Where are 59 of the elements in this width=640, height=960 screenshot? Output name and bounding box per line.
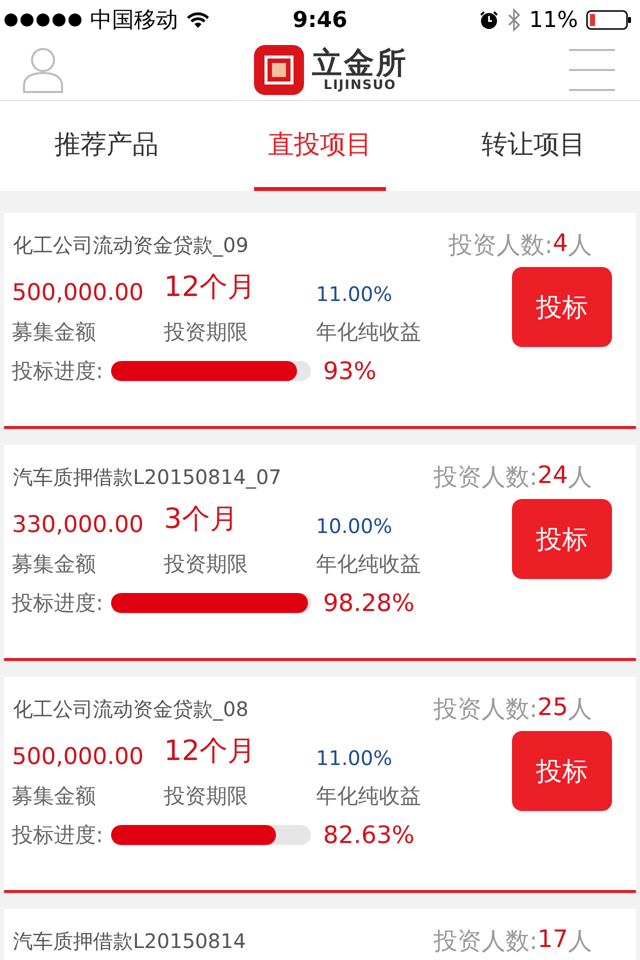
investors-unit: 人 — [568, 230, 592, 261]
rate-value: 11.00% — [316, 282, 394, 306]
investors-label: 投资人数: — [433, 926, 538, 957]
logo-subtitle: LIJINSUO — [324, 78, 396, 92]
clock-time: 9:46 — [292, 8, 348, 32]
progress-percent: 82.63% — [323, 821, 415, 849]
alarm-icon — [479, 10, 500, 30]
progress-percent: 98.28% — [323, 589, 415, 617]
investors-count: 25 — [537, 693, 568, 723]
tab[interactable]: 转让项目 — [467, 101, 600, 191]
rate-label: 年化纯收益 — [316, 319, 422, 346]
progress-label: 投标进度: — [12, 590, 104, 617]
investors-count: 24 — [537, 461, 568, 491]
battery-percent: 11% — [529, 8, 578, 32]
progress-percent: 93% — [323, 357, 376, 385]
logo-name: 立金所 — [312, 48, 408, 78]
menu-icon[interactable] — [568, 48, 616, 92]
term-label: 投资期限 — [164, 783, 249, 810]
bluetooth-icon — [507, 8, 522, 32]
tab[interactable]: 直投项目 — [254, 101, 386, 191]
investors-label: 投资人数: — [433, 694, 538, 725]
term-value: 3个月 — [164, 501, 239, 537]
logo-icon — [254, 45, 304, 95]
rate-label: 年化纯收益 — [316, 783, 422, 810]
battery-icon — [586, 10, 632, 30]
amount-value: 500,000.00 — [12, 744, 145, 770]
amount-label: 募集金额 — [12, 551, 97, 578]
amount-value: 500,000.00 — [12, 280, 145, 306]
investors-label: 投资人数: — [448, 230, 553, 261]
user-icon[interactable] — [22, 47, 64, 93]
rate-value: 10.00% — [316, 514, 394, 538]
project-title: 汽车质押借款L20150814 — [13, 928, 246, 954]
tab[interactable]: 推荐产品 — [40, 101, 173, 191]
progress-label: 投标进度: — [12, 822, 104, 849]
investors-count: 4 — [552, 229, 568, 259]
project-title: 化工公司流动资金贷款_09 — [13, 232, 248, 258]
investors-unit: 人 — [568, 694, 592, 725]
bid-button[interactable]: 投标 — [512, 731, 612, 811]
term-label: 投资期限 — [164, 551, 249, 578]
term-value: 12个月 — [164, 733, 257, 769]
term-label: 投资期限 — [164, 319, 249, 346]
project-title: 化工公司流动资金贷款_08 — [13, 696, 248, 722]
progress-label: 投标进度: — [12, 358, 104, 385]
investors-unit: 人 — [568, 462, 592, 493]
term-value: 12个月 — [164, 269, 257, 305]
investors-label: 投资人数: — [433, 462, 538, 493]
amount-label: 募集金额 — [12, 319, 97, 346]
wifi-icon — [186, 11, 210, 29]
carrier-name: 中国移动 — [90, 7, 178, 35]
signal-icon — [4, 13, 82, 27]
bid-button[interactable]: 投标 — [512, 267, 612, 347]
investors-count: 17 — [537, 925, 568, 955]
rate-value: 11.00% — [316, 746, 394, 770]
rate-label: 年化纯收益 — [316, 551, 422, 578]
investors-unit: 人 — [568, 926, 592, 957]
bid-button[interactable]: 投标 — [512, 499, 612, 579]
amount-value: 330,000.00 — [12, 512, 145, 538]
project-title: 汽车质押借款L20150814_07 — [13, 464, 282, 490]
amount-label: 募集金额 — [12, 783, 97, 810]
